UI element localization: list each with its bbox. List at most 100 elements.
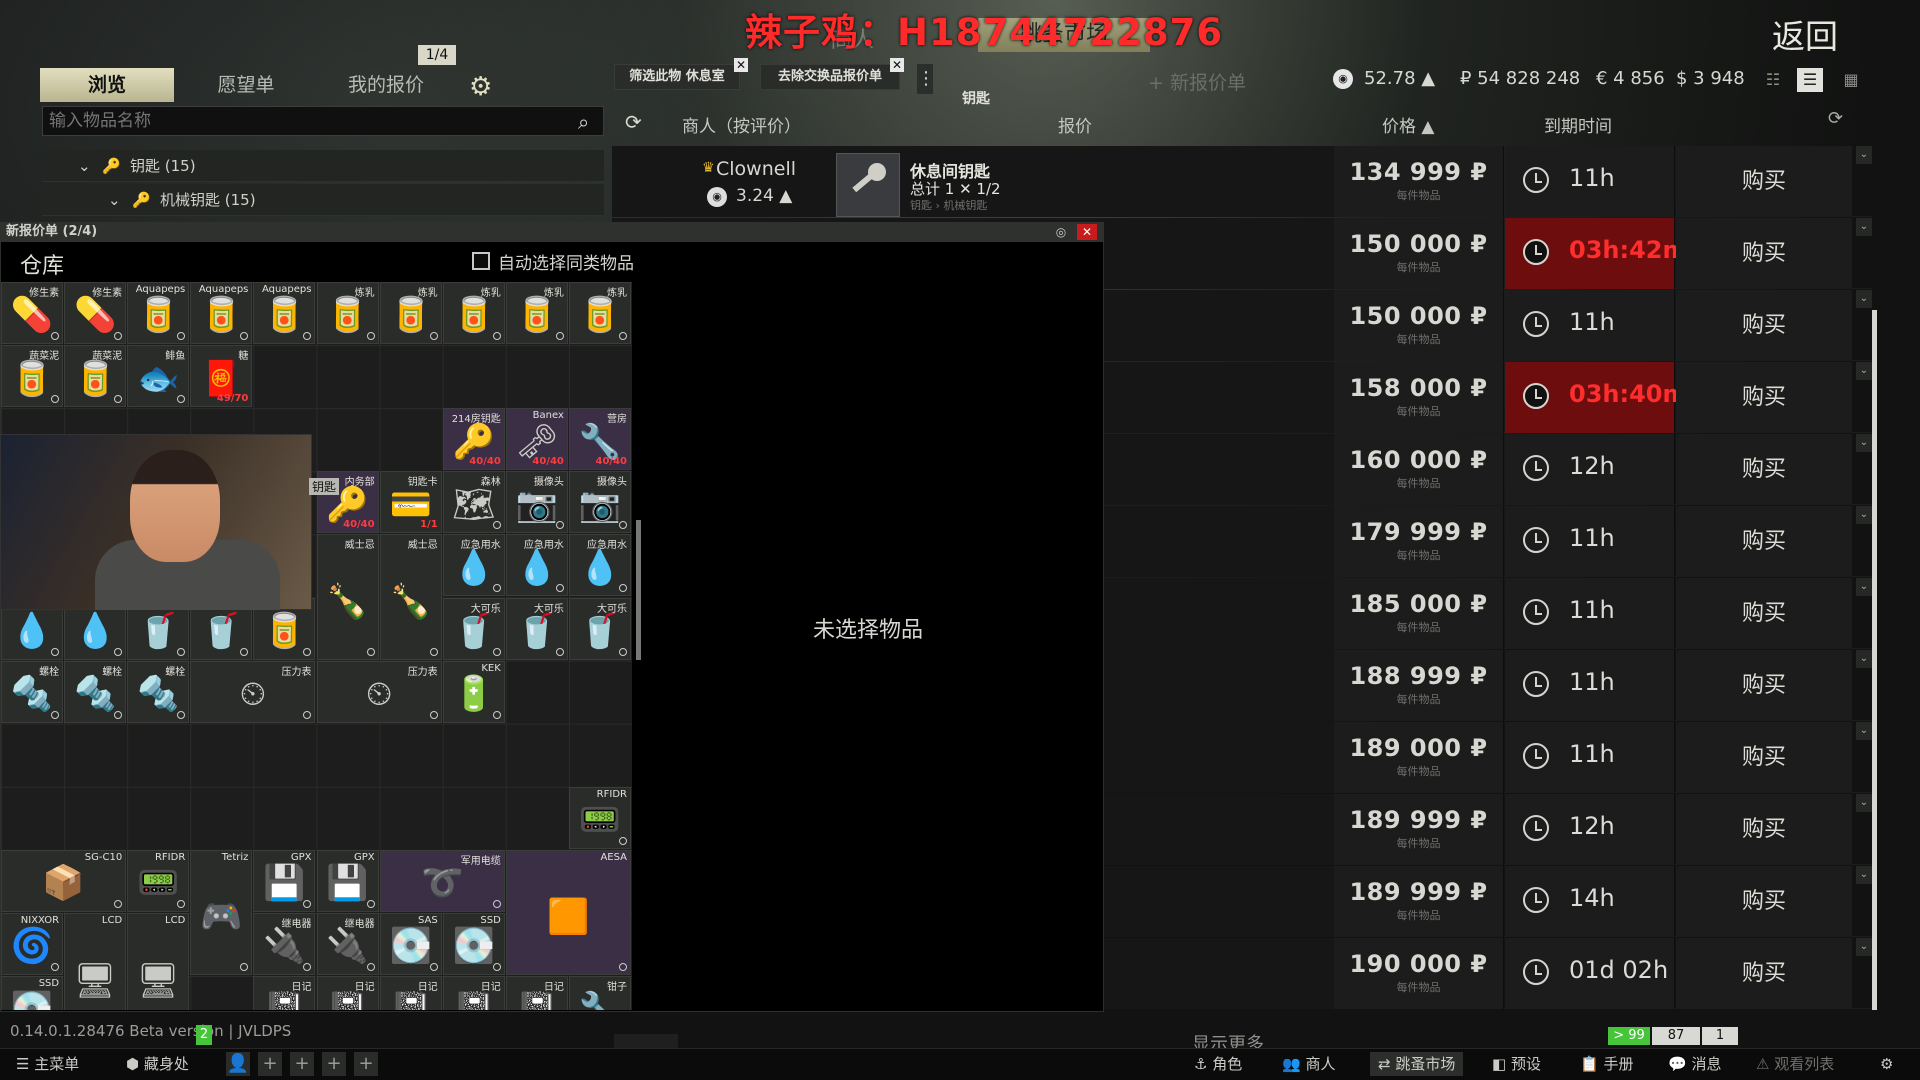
- stash-item[interactable]: 🔑 214房钥匙 40/40: [442, 408, 505, 471]
- nav-handbook[interactable]: 📋 手册: [1580, 1052, 1633, 1076]
- stash-item[interactable]: 📦 SG-C10: [1, 849, 127, 912]
- window-titlebar[interactable]: 新报价单 (2/4): [0, 222, 1104, 242]
- seller-name[interactable]: Clownell: [716, 158, 796, 180]
- stash-item[interactable]: 🥫 Aquapeps: [253, 282, 316, 345]
- chevron-down-icon[interactable]: ⌄: [1856, 218, 1872, 236]
- stash-item[interactable]: 🐟 鲱鱼: [127, 345, 190, 408]
- header-price[interactable]: 价格 ▲: [1382, 112, 1434, 137]
- chevron-down-icon[interactable]: ⌄: [1856, 794, 1872, 812]
- stash-item[interactable]: 🎮 Tetriz: [190, 849, 253, 976]
- plus-icon[interactable]: +: [322, 1052, 346, 1076]
- stash-item[interactable]: 📓 日记: [442, 976, 505, 1010]
- stash-item[interactable]: 📷 摄像头: [505, 471, 568, 534]
- stash-item[interactable]: 🔌 继电器: [316, 913, 379, 976]
- view-compact-icon[interactable]: ☷: [1760, 68, 1786, 92]
- stash-item[interactable]: 📓 日记: [253, 976, 316, 1010]
- stash-item[interactable]: 💽 SAS: [379, 913, 442, 976]
- settings-icon[interactable]: ⚙: [1880, 1052, 1893, 1076]
- stash-item[interactable]: 🍾 威士忌: [316, 534, 379, 660]
- stash-item[interactable]: 🍾 威士忌: [379, 534, 442, 660]
- stash-item[interactable]: 🌀 NIXXOR: [1, 913, 64, 976]
- refresh-icon[interactable]: ⟳: [625, 110, 642, 134]
- search-input[interactable]: [43, 107, 603, 135]
- filter-chip-item[interactable]: 筛选此物 休息室: [614, 64, 740, 90]
- stash-item[interactable]: 🥫 炼乳: [316, 282, 379, 345]
- plus-icon[interactable]: +: [290, 1052, 314, 1076]
- close-icon[interactable]: ✕: [734, 58, 748, 72]
- chevron-down-icon[interactable]: ⌄: [1856, 362, 1872, 380]
- key-icon[interactable]: [836, 153, 900, 217]
- stash-item[interactable]: 💾 GPX: [316, 849, 379, 912]
- restore-icon[interactable]: ◎: [1052, 224, 1070, 240]
- stash-item[interactable]: 💳 钥匙卡 1/1: [379, 471, 442, 534]
- nav-main-menu[interactable]: ☰ 主菜单: [16, 1052, 79, 1076]
- tree-item-keys[interactable]: ⌄ 🔑 钥匙 (15): [42, 150, 604, 182]
- tab-my-offers[interactable]: 我的报价: [336, 68, 436, 102]
- close-icon[interactable]: ✕: [1077, 224, 1097, 240]
- search-icon[interactable]: ⌕: [578, 110, 589, 134]
- nav-character[interactable]: ⚓ 角色: [1194, 1052, 1242, 1076]
- stash-item[interactable]: 🔩 螺栓: [64, 660, 127, 723]
- nav-presets[interactable]: ◧ 预设: [1492, 1052, 1541, 1076]
- chevron-down-icon[interactable]: ⌄: [1856, 146, 1872, 164]
- tab-wishlist[interactable]: 愿望单: [196, 68, 296, 102]
- nav-hideout[interactable]: ⬢ 藏身处: [126, 1052, 189, 1076]
- nav-flea-market[interactable]: ⇄ 跳蚤市场: [1370, 1052, 1464, 1076]
- stash-item[interactable]: 🔌 继电器: [253, 913, 316, 976]
- stash-item[interactable]: 💧 应急用水: [505, 534, 568, 597]
- stash-item[interactable]: 🔩 螺栓: [127, 660, 190, 723]
- more-options-icon[interactable]: ⋮: [917, 64, 935, 94]
- chevron-down-icon[interactable]: ⌄: [1856, 938, 1872, 956]
- gear-icon[interactable]: ⚙: [469, 72, 492, 102]
- view-grid-icon[interactable]: ▦: [1838, 68, 1864, 92]
- stash-item[interactable]: 📟 RFIDR: [127, 849, 190, 912]
- plus-icon[interactable]: +: [258, 1052, 282, 1076]
- header-expiry[interactable]: 到期时间: [1544, 112, 1612, 137]
- nav-traders[interactable]: 👥 商人: [1282, 1052, 1335, 1076]
- stash-item[interactable]: 💧 应急用水: [442, 534, 505, 597]
- buy-button[interactable]: 购买: [1676, 362, 1852, 433]
- stash-item[interactable]: 🔩 螺栓: [1, 660, 64, 723]
- add-offer-button[interactable]: + 新报价单: [1148, 68, 1246, 95]
- stash-item[interactable]: 🥫 炼乳: [442, 282, 505, 345]
- stash-item[interactable]: ➰ 军用电缆: [379, 849, 505, 912]
- chevron-down-icon[interactable]: ⌄: [1856, 506, 1872, 524]
- return-button[interactable]: 返回: [1772, 10, 1838, 58]
- chevron-down-icon[interactable]: ⌄: [1856, 290, 1872, 308]
- buy-button[interactable]: 购买: [1676, 650, 1852, 721]
- stash-item[interactable]: 🖥 LCD: [127, 913, 190, 1010]
- buy-button[interactable]: 购买: [1676, 938, 1852, 1009]
- stash-item[interactable]: 🥫 炼乳: [505, 282, 568, 345]
- nav-messages[interactable]: 💬 消息: [1668, 1052, 1721, 1076]
- stash-item[interactable]: 🥤 大可乐: [442, 597, 505, 660]
- pagination-stub[interactable]: [614, 1034, 678, 1048]
- stash-item[interactable]: 📓 日记: [316, 976, 379, 1010]
- stash-item[interactable]: 📓 日记: [379, 976, 442, 1010]
- auto-select-label[interactable]: 自动选择同类物品: [498, 249, 634, 274]
- stash-item[interactable]: 🥫 蔬菜泥: [64, 345, 127, 408]
- chevron-down-icon[interactable]: ⌄: [1856, 722, 1872, 740]
- stash-item[interactable]: 💊 修生素: [64, 282, 127, 345]
- stash-item[interactable]: 🥤 大可乐: [568, 597, 631, 660]
- buy-button[interactable]: 购买: [1676, 218, 1852, 289]
- show-more-button[interactable]: 显示更多: [1192, 1030, 1264, 1048]
- stash-item[interactable]: 🥫 炼乳: [568, 282, 631, 345]
- buy-button[interactable]: 购买: [1676, 578, 1852, 649]
- stash-item[interactable]: 🔧 钳子: [568, 976, 631, 1010]
- stash-item[interactable]: 🧧 糖 49/70: [190, 345, 253, 408]
- buy-button[interactable]: 购买: [1676, 866, 1852, 937]
- stash-item[interactable]: 🥤 大可乐: [505, 597, 568, 660]
- stash-item[interactable]: 💽 SSD: [442, 913, 505, 976]
- stash-item[interactable]: ⏲ 压力表: [316, 660, 442, 723]
- stash-item[interactable]: 🟧 AESA: [505, 849, 631, 976]
- buy-button[interactable]: 购买: [1676, 434, 1852, 505]
- buy-button[interactable]: 购买: [1676, 146, 1852, 217]
- stash-item[interactable]: 📷 摄像头: [568, 471, 631, 534]
- stash-item[interactable]: 🗝 Banex 40/40: [505, 408, 568, 471]
- stash-item[interactable]: 🥫 Aquapeps: [190, 282, 253, 345]
- stash-item[interactable]: 🥫 Aquapeps: [127, 282, 190, 345]
- chevron-down-icon[interactable]: ⌄: [1856, 434, 1872, 452]
- stash-item[interactable]: 🔋 KEK: [442, 660, 505, 723]
- offers-scrollbar[interactable]: [1872, 310, 1877, 1010]
- nav-watchlist[interactable]: ⚠ 观看列表: [1756, 1052, 1834, 1076]
